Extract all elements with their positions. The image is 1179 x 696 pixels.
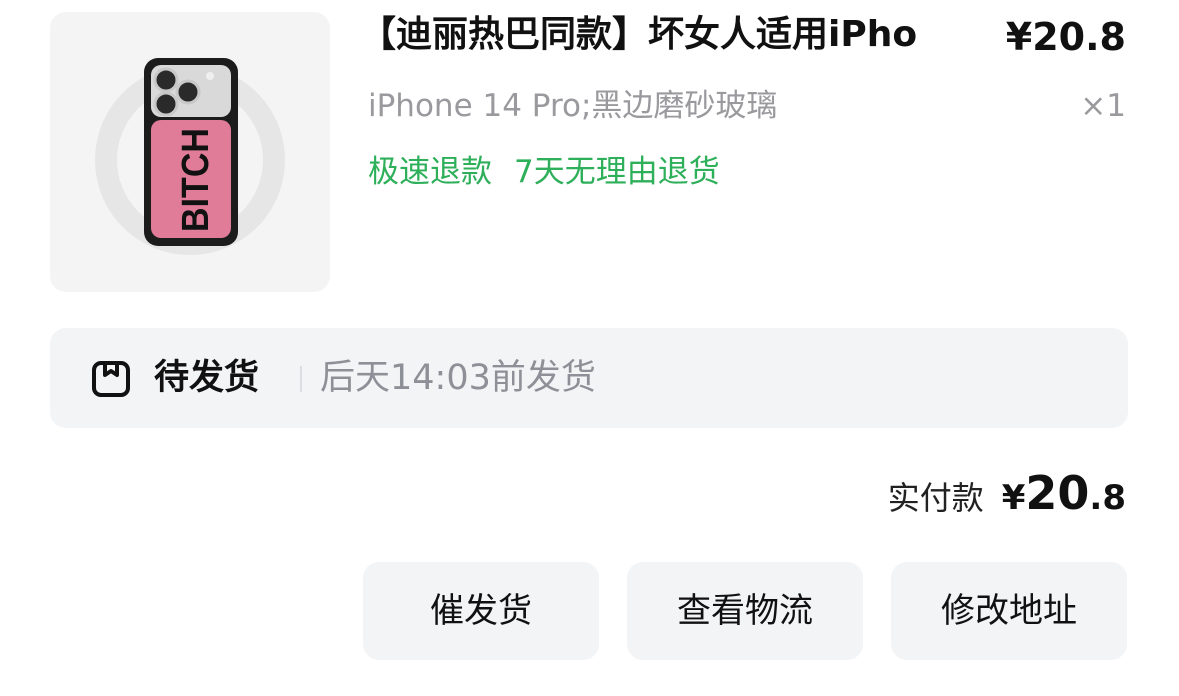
status-divider <box>300 366 302 392</box>
urge-shipping-button[interactable]: 催发货 <box>363 562 599 660</box>
paid-amount: ¥20.8 <box>1002 466 1126 520</box>
product-title[interactable]: 【迪丽热巴同款】坏女人适用iPho <box>360 10 980 60</box>
product-sku: iPhone 14 Pro;黑边磨砂玻璃 <box>368 88 778 124</box>
tag-fast-refund: 极速退款 <box>368 154 492 190</box>
paid-currency: ¥ <box>1001 478 1026 518</box>
shipping-status-bar[interactable]: 待发货 后天14:03前发货 <box>50 328 1128 428</box>
paid-amount-integer: 20 <box>1025 466 1090 520</box>
product-quantity: ×1 <box>1080 88 1126 124</box>
shipping-eta: 后天14:03前发货 <box>320 358 596 398</box>
tag-7day-return: 7天无理由退货 <box>514 154 720 190</box>
product-price: ¥20.8 <box>1005 15 1126 59</box>
paid-total: 实付款 ¥20.8 <box>888 466 1126 526</box>
order-state: 待发货 <box>154 358 260 398</box>
paid-amount-decimal: .8 <box>1089 478 1126 518</box>
paid-label: 实付款 <box>887 479 984 517</box>
product-image[interactable]: BITCH <box>50 12 330 292</box>
phone-case-image: BITCH <box>95 58 285 255</box>
case-lettering: BITCH <box>175 128 217 232</box>
package-box-icon <box>92 361 130 397</box>
modify-address-button[interactable]: 修改地址 <box>891 562 1127 660</box>
service-tags: 极速退款 7天无理由退货 <box>368 150 720 194</box>
view-logistics-button[interactable]: 查看物流 <box>627 562 863 660</box>
